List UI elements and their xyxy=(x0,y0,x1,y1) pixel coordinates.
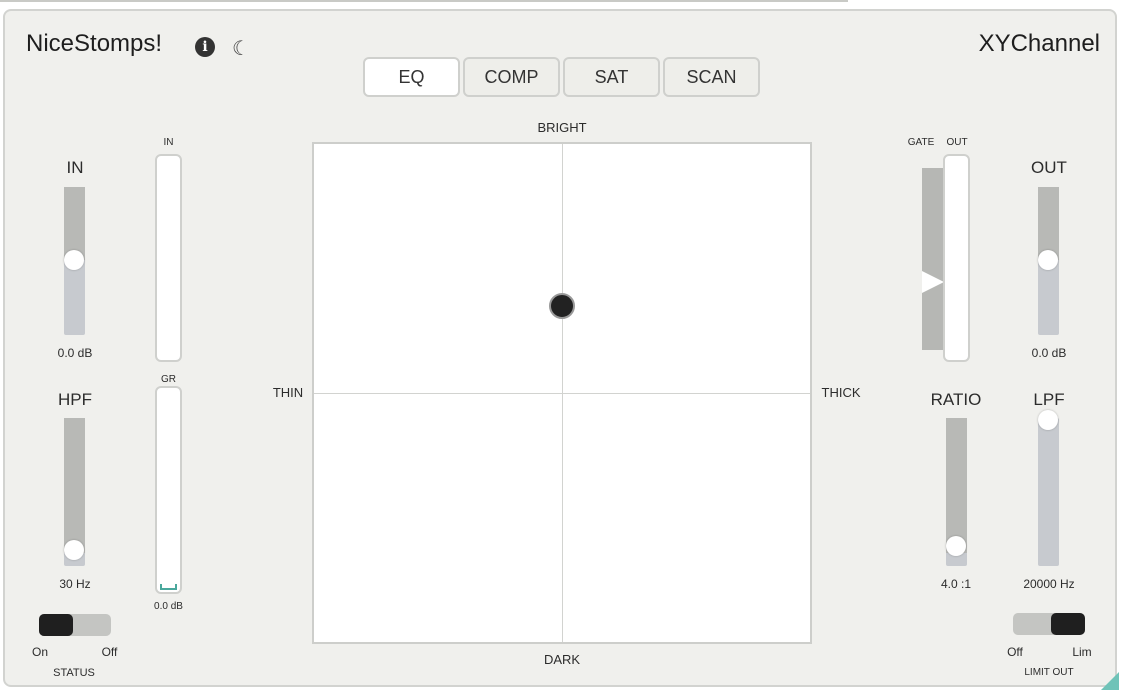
status-label: STATUS xyxy=(53,667,95,679)
hpf-slider-fill xyxy=(64,418,85,553)
xy-label-right: THICK xyxy=(821,385,861,400)
hpf-slider-value: 30 Hz xyxy=(59,577,91,591)
resize-handle[interactable] xyxy=(1101,672,1119,690)
in-meter xyxy=(155,154,182,362)
tab-scan[interactable]: SCAN xyxy=(663,57,760,97)
xy-pad[interactable] xyxy=(312,142,812,644)
gate-out-label: OUT xyxy=(946,137,968,148)
hpf-slider[interactable] xyxy=(64,418,85,566)
limit-toggle-thumb xyxy=(1051,613,1085,635)
limit-toggle[interactable] xyxy=(1013,613,1085,635)
xy-label-bottom: DARK xyxy=(543,652,581,667)
ratio-slider-value: 4.0 :1 xyxy=(940,577,972,591)
gr-meter-value: 0.0 dB xyxy=(154,601,183,612)
limit-lim-label: Lim xyxy=(1072,645,1092,659)
xy-handle[interactable] xyxy=(549,292,575,319)
in-slider-value: 0.0 dB xyxy=(57,346,93,360)
tab-eq[interactable]: EQ xyxy=(363,57,460,97)
ratio-slider-fill xyxy=(946,418,967,553)
gr-meter-marker xyxy=(160,584,177,590)
in-slider[interactable] xyxy=(64,187,85,335)
lpf-slider[interactable] xyxy=(1038,410,1059,566)
gr-meter-label: GR xyxy=(161,374,176,385)
out-slider-knob[interactable] xyxy=(1038,250,1058,270)
in-meter-label: IN xyxy=(163,137,174,148)
tab-sat[interactable]: SAT xyxy=(563,57,660,97)
out-slider-value: 0.0 dB xyxy=(1031,346,1067,360)
out-slider-label: OUT xyxy=(1031,158,1067,177)
moon-icon[interactable]: ☾ xyxy=(232,36,250,61)
in-slider-knob[interactable] xyxy=(64,250,84,270)
lpf-slider-value: 20000 Hz xyxy=(1023,577,1075,591)
hpf-slider-label: HPF xyxy=(58,390,92,409)
product-title: XYChannel xyxy=(978,30,1100,57)
status-on-label: On xyxy=(31,645,48,659)
status-toggle[interactable] xyxy=(39,614,111,636)
gate-out-meter xyxy=(943,154,970,362)
ratio-slider-label: RATIO xyxy=(930,390,982,409)
lpf-slider-label: LPF xyxy=(1033,390,1065,409)
xy-label-top: BRIGHT xyxy=(537,120,587,135)
status-off-label: Off xyxy=(101,645,118,659)
tab-comp[interactable]: COMP xyxy=(463,57,560,97)
window-top-edge xyxy=(0,0,848,2)
in-slider-label: IN xyxy=(66,158,84,177)
limit-out-label: LIMIT OUT xyxy=(1024,667,1074,678)
status-toggle-thumb xyxy=(39,614,73,636)
ratio-slider-knob[interactable] xyxy=(946,536,966,556)
limit-off-label: Off xyxy=(1007,645,1023,659)
gate-threshold-slider[interactable] xyxy=(922,168,944,350)
xy-label-left: THIN xyxy=(272,385,304,400)
brand-title: NiceStomps! xyxy=(26,30,163,57)
info-icon[interactable]: i xyxy=(195,37,215,57)
lpf-slider-knob[interactable] xyxy=(1038,410,1058,430)
hpf-slider-knob[interactable] xyxy=(64,540,84,560)
xy-axis-horizontal xyxy=(314,393,810,394)
gr-meter xyxy=(155,386,182,594)
ratio-slider[interactable] xyxy=(946,418,967,566)
gate-threshold-arrow[interactable] xyxy=(922,271,944,293)
out-slider[interactable] xyxy=(1038,187,1059,335)
gate-label: GATE xyxy=(907,137,935,148)
